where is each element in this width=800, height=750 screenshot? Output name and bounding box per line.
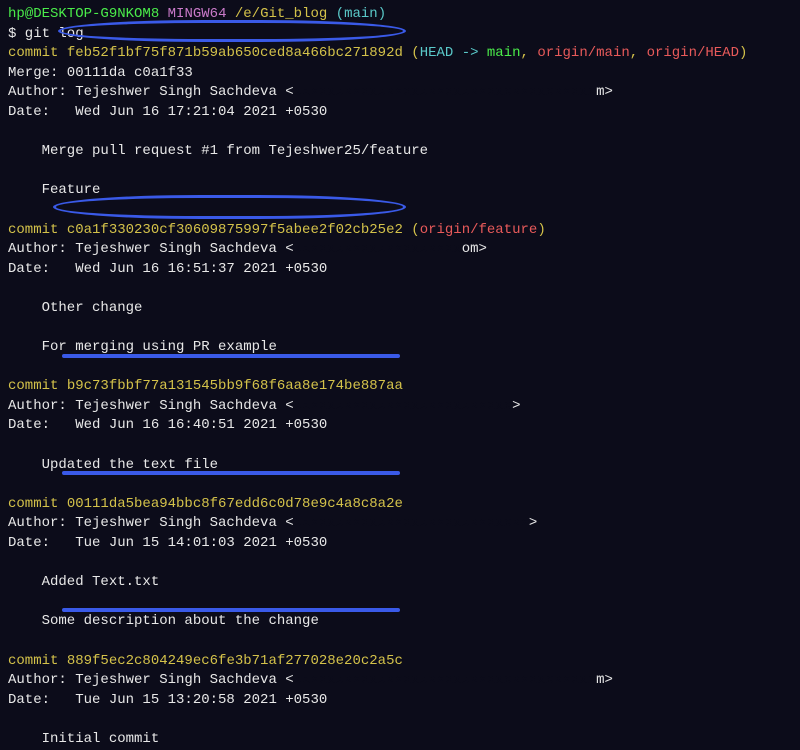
commit-hash: feb52f1bf75f871b59ab650ced8a466bc271892d [67, 45, 403, 61]
prompt-path: /e/Git_blog [235, 6, 327, 22]
prompt-host: DESKTOP-G9NKOM8 [33, 6, 159, 22]
head-label: HEAD [420, 45, 454, 61]
commit-line: commit b9c73fbbf77a131545bb9f68f6aa8e174… [8, 377, 792, 397]
commit-message: Merge pull request #1 from Tejeshwer25/f… [8, 142, 792, 162]
date-line: Date: Wed Jun 16 17:21:04 2021 +0530 [8, 103, 792, 123]
author-line: Author: Tejeshwer Singh Sachdeva <xxxxxx… [8, 397, 792, 417]
commit-line: commit 889f5ec2c804249ec6fe3b71af277028e… [8, 652, 792, 672]
author-line: Author: Tejeshwer Singh Sachdeva <xxxxxx… [8, 514, 792, 534]
author-line: Author: Tejeshwer Singh Sachdeva <xxxxxx… [8, 671, 792, 691]
prompt-env: MINGW64 [168, 6, 227, 22]
commit-hash: 00111da5bea94bbc8f67edd6c0d78e9c4a8c8a2e [67, 496, 403, 512]
prompt-user: hp [8, 6, 25, 22]
commit-hash: c0a1f330230cf30609875997f5abee2f02cb25e2 [67, 222, 403, 238]
prompt-line: hp@DESKTOP-G9NKOM8 MINGW64 /e/Git_blog (… [8, 5, 792, 25]
branch-main: main [487, 45, 521, 61]
commit-message: Some description about the change [8, 612, 792, 632]
commit-message: Initial commit [8, 730, 792, 750]
commit-message: For merging using PR example [8, 338, 792, 358]
prompt-branch: (main) [336, 6, 386, 22]
commit-message: Feature [8, 181, 792, 201]
commit-hash: 889f5ec2c804249ec6fe3b71af277028e20c2a5c [67, 653, 403, 669]
commit-line: commit c0a1f330230cf30609875997f5abee2f0… [8, 221, 792, 241]
command-line[interactable]: $ git log [8, 25, 792, 45]
date-line: Date: Tue Jun 15 13:20:58 2021 +0530 [8, 691, 792, 711]
date-line: Date: Wed Jun 16 16:51:37 2021 +0530 [8, 260, 792, 280]
commit-message: Updated the text file [8, 456, 792, 476]
date-line: Date: Wed Jun 16 16:40:51 2021 +0530 [8, 416, 792, 436]
commit-hash: b9c73fbbf77a131545bb9f68f6aa8e174be887aa [67, 378, 403, 394]
origin-head: origin/HEAD [647, 45, 739, 61]
author-line: Author: Tejeshwer Singh Sachdeva <xxxxxx… [8, 83, 792, 103]
origin-feature: origin/feature [420, 222, 538, 238]
author-line: Author: Tejeshwer Singh Sachdeva <xxxxxx… [8, 240, 792, 260]
commit-line: commit 00111da5bea94bbc8f67edd6c0d78e9c4… [8, 495, 792, 515]
commit-message: Other change [8, 299, 792, 319]
date-line: Date: Tue Jun 15 14:01:03 2021 +0530 [8, 534, 792, 554]
commit-message: Added Text.txt [8, 573, 792, 593]
merge-line: Merge: 00111da c0a1f33 [8, 64, 792, 84]
commit-line: commit feb52f1bf75f871b59ab650ced8a466bc… [8, 44, 792, 64]
origin-main: origin/main [537, 45, 629, 61]
